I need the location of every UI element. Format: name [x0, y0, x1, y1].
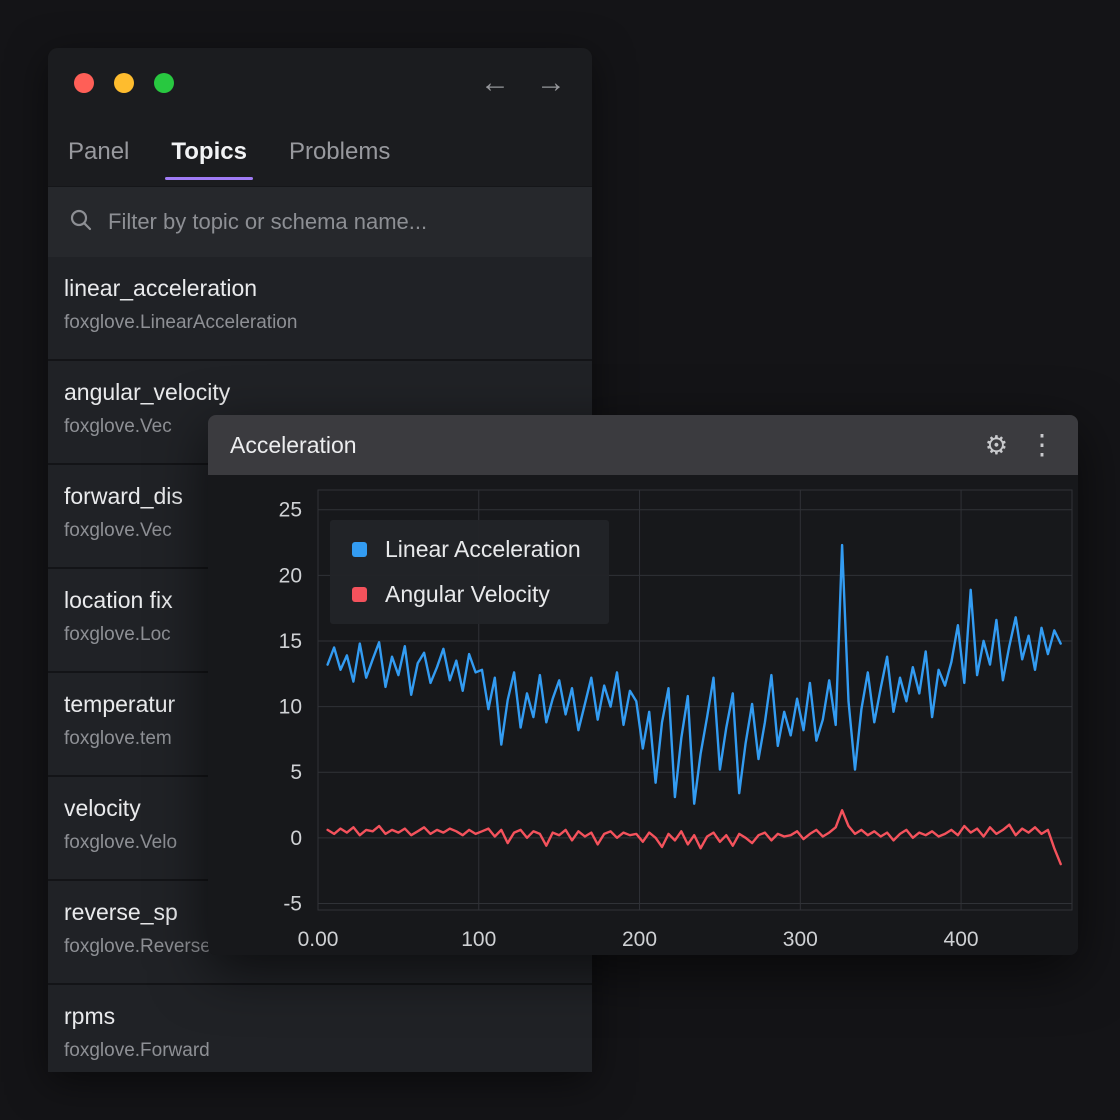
chart-panel-title: Acceleration — [230, 432, 357, 459]
legend-swatch-blue — [352, 542, 367, 557]
svg-text:25: 25 — [279, 499, 302, 522]
svg-text:200: 200 — [622, 928, 657, 951]
legend-label: Linear Acceleration — [385, 536, 581, 563]
topic-name: angular_velocity — [64, 379, 576, 406]
legend-label: Angular Velocity — [385, 581, 550, 608]
svg-text:20: 20 — [279, 564, 302, 587]
tab-problems[interactable]: Problems — [285, 122, 394, 182]
chart-plot-area[interactable]: -5 0 5 10 15 20 25 0.00 100 200 300 400 Linear Acce… — [208, 475, 1078, 955]
settings-gear-icon[interactable]: ⚙ — [985, 432, 1008, 458]
active-tab-underline — [165, 177, 253, 180]
svg-text:100: 100 — [461, 928, 496, 951]
svg-text:0.00: 0.00 — [298, 928, 339, 951]
nav-arrows: ← → — [480, 68, 566, 98]
svg-text:400: 400 — [944, 928, 979, 951]
topic-search-bar — [48, 186, 592, 257]
tab-topics[interactable]: Topics — [167, 122, 251, 182]
forward-arrow-icon[interactable]: → — [536, 68, 566, 98]
svg-text:5: 5 — [290, 761, 302, 784]
topic-name: rpms — [64, 1003, 576, 1030]
tab-topics-label: Topics — [171, 138, 247, 165]
traffic-lights — [74, 73, 174, 93]
back-arrow-icon[interactable]: ← — [480, 68, 510, 98]
maximize-window-icon[interactable] — [154, 73, 174, 93]
search-icon — [68, 207, 94, 238]
chart-panel-header[interactable]: Acceleration ⚙ ⋮ — [208, 415, 1078, 475]
svg-text:0: 0 — [290, 827, 302, 850]
close-window-icon[interactable] — [74, 73, 94, 93]
sidebar-tabs: Panel Topics Problems — [48, 118, 592, 186]
kebab-menu-icon[interactable]: ⋮ — [1028, 431, 1056, 459]
svg-text:10: 10 — [279, 696, 302, 719]
topic-row-rpms[interactable]: rpms foxglove.Forward — [48, 985, 592, 1072]
svg-text:300: 300 — [783, 928, 818, 951]
legend-swatch-red — [352, 587, 367, 602]
window-titlebar: ← → — [48, 48, 592, 118]
legend-item-linear-acceleration[interactable]: Linear Acceleration — [352, 536, 581, 563]
svg-text:15: 15 — [279, 630, 302, 653]
topic-schema: foxglove.LinearAcceleration — [64, 312, 576, 334]
acceleration-chart-panel: Acceleration ⚙ ⋮ -5 0 5 10 15 20 25 0.00 100 200 3… — [208, 415, 1078, 955]
search-input[interactable] — [106, 208, 572, 236]
legend-item-angular-velocity[interactable]: Angular Velocity — [352, 581, 581, 608]
topic-row-linear-acceleration[interactable]: linear_acceleration foxglove.LinearAccel… — [48, 257, 592, 361]
chart-panel-actions: ⚙ ⋮ — [985, 431, 1056, 459]
svg-text:-5: -5 — [283, 892, 302, 915]
chart-legend: Linear Acceleration Angular Velocity — [330, 520, 609, 624]
topic-schema: foxglove.Forward — [64, 1040, 576, 1062]
minimize-window-icon[interactable] — [114, 73, 134, 93]
topic-name: linear_acceleration — [64, 275, 576, 302]
tab-panel[interactable]: Panel — [64, 122, 133, 182]
